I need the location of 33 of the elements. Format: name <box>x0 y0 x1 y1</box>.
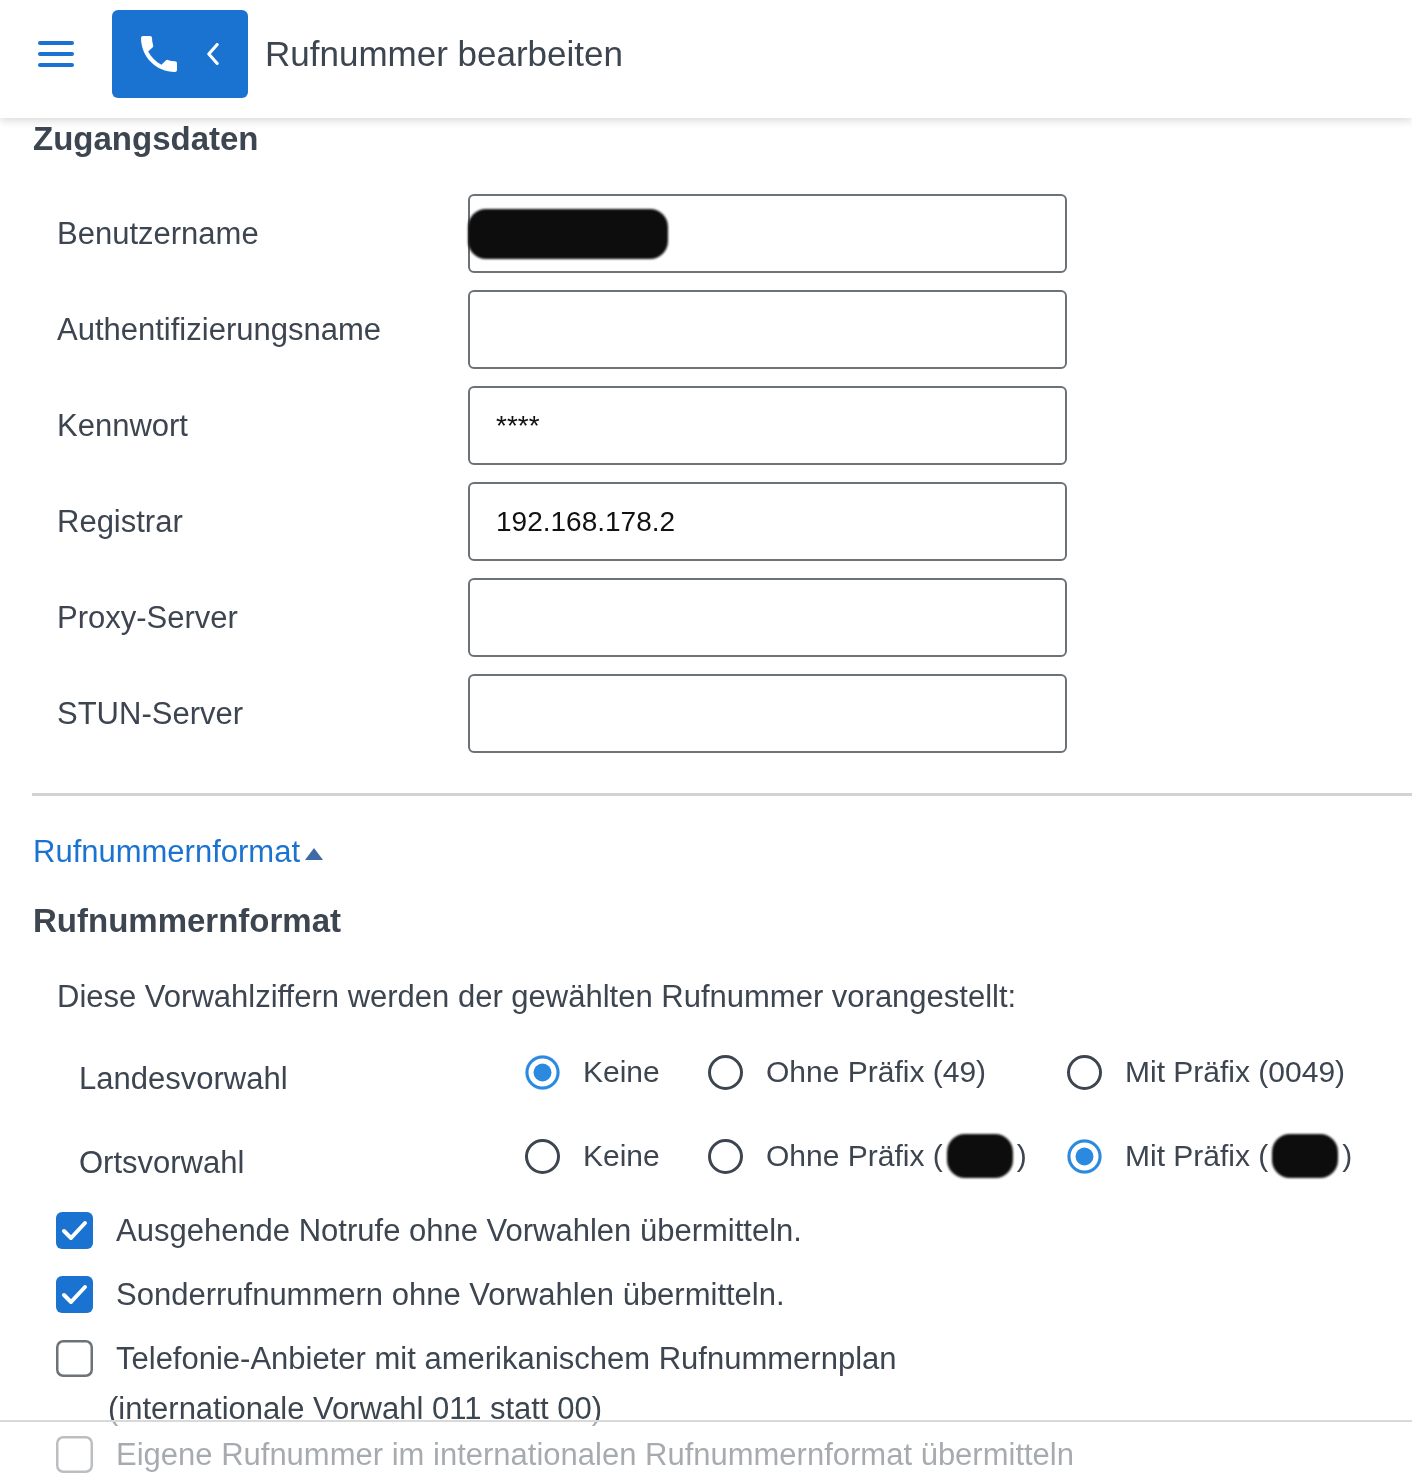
section-heading: Rufnummernformat <box>33 901 342 941</box>
section-toggle-link[interactable]: Rufnummernformat <box>33 833 324 871</box>
field-label: Proxy-Server <box>57 598 239 637</box>
field-label: Registrar <box>57 502 184 541</box>
input-field[interactable] <box>468 578 1067 657</box>
menu-icon[interactable] <box>38 41 74 67</box>
back-button[interactable] <box>112 10 248 98</box>
field-label: Kennwort <box>57 406 189 445</box>
radio-option[interactable]: Keine <box>524 1052 707 1092</box>
chevron-left-icon <box>207 43 219 65</box>
group-label: Landesvorwahl <box>79 1060 289 1098</box>
page-title: Rufnummer bearbeiten <box>265 33 623 75</box>
checkbox-option[interactable]: Ausgehende Notrufe ohne Vorwahlen übermitteln. <box>56 1212 1412 1249</box>
input-field[interactable] <box>468 290 1067 369</box>
intro-text: Diese Vorwahlziffern werden der gewählten Rufnummer vorangestellt: <box>57 978 1018 1016</box>
radio-option[interactable]: Ohne Präfix (49) <box>707 1052 1066 1092</box>
checkbox-note: (internationale Vorwahl 011 statt 00) <box>108 1391 603 1427</box>
checkbox-option[interactable]: Sonderrufnummern ohne Vorwahlen übermitteln. <box>56 1276 1412 1313</box>
section-heading: Zugangsdaten <box>33 119 260 159</box>
input-field[interactable] <box>468 674 1067 753</box>
input-field[interactable] <box>468 194 1067 273</box>
phone-icon <box>141 36 177 72</box>
field-label: Benutzername <box>57 214 260 253</box>
input-field[interactable]: **** <box>468 386 1067 465</box>
group-label: Ortsvorwahl <box>79 1144 246 1182</box>
radio-option[interactable]: Mit Präfix (0049) <box>1066 1052 1412 1092</box>
field-label: STUN-Server <box>57 694 244 733</box>
radio-option[interactable]: Mit Präfix ( ) <box>1066 1134 1412 1178</box>
checkbox-option[interactable]: Telefonie-Anbieter mit amerikanischem Rufnummernplan <box>56 1340 1412 1377</box>
input-field[interactable]: 192.168.178.2 <box>468 482 1067 561</box>
radio-option[interactable]: Ohne Präfix ( ) <box>707 1134 1066 1178</box>
radio-option[interactable]: Keine <box>524 1136 707 1176</box>
field-label: Authentifizierungsname <box>57 310 382 349</box>
